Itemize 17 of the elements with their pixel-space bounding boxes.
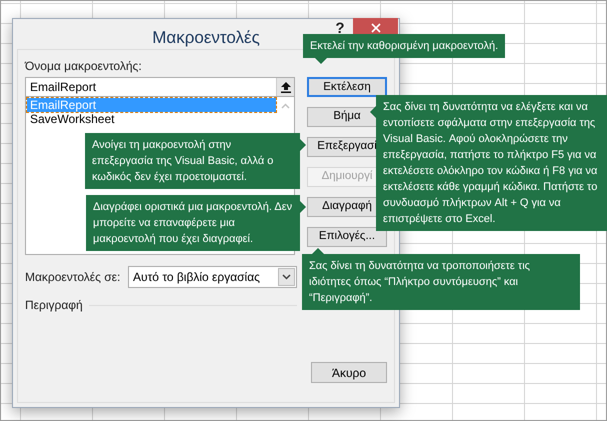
- macros-in-dropdown[interactable]: Αυτό το βιβλίο εργασίας: [128, 266, 297, 288]
- macro-name-field[interactable]: EmailReport: [25, 77, 295, 97]
- field-label: Όνομα μακροεντολής:: [25, 58, 142, 73]
- dialog-button[interactable]: Επιλογές...: [307, 227, 387, 247]
- tooltip-pointer-icon: [300, 139, 306, 151]
- upload-icon[interactable]: [280, 82, 290, 92]
- dialog-button[interactable]: Εκτέλεση: [307, 77, 387, 97]
- tooltip-pointer-icon: [315, 58, 327, 64]
- window-title: Μακροεντολές: [151, 27, 261, 49]
- section-label: Περιγραφή: [25, 297, 83, 314]
- tooltip-pointer-icon: [312, 248, 324, 254]
- tooltip-pointer-icon: [300, 201, 306, 213]
- macro-list-item[interactable]: SaveWorksheet: [27, 112, 276, 126]
- cancel-button[interactable]: Άκυρο: [311, 362, 387, 383]
- tooltip-pointer-icon: [370, 106, 376, 118]
- field-label: Μακροεντολές σε:: [25, 269, 122, 286]
- close-icon: [370, 23, 380, 33]
